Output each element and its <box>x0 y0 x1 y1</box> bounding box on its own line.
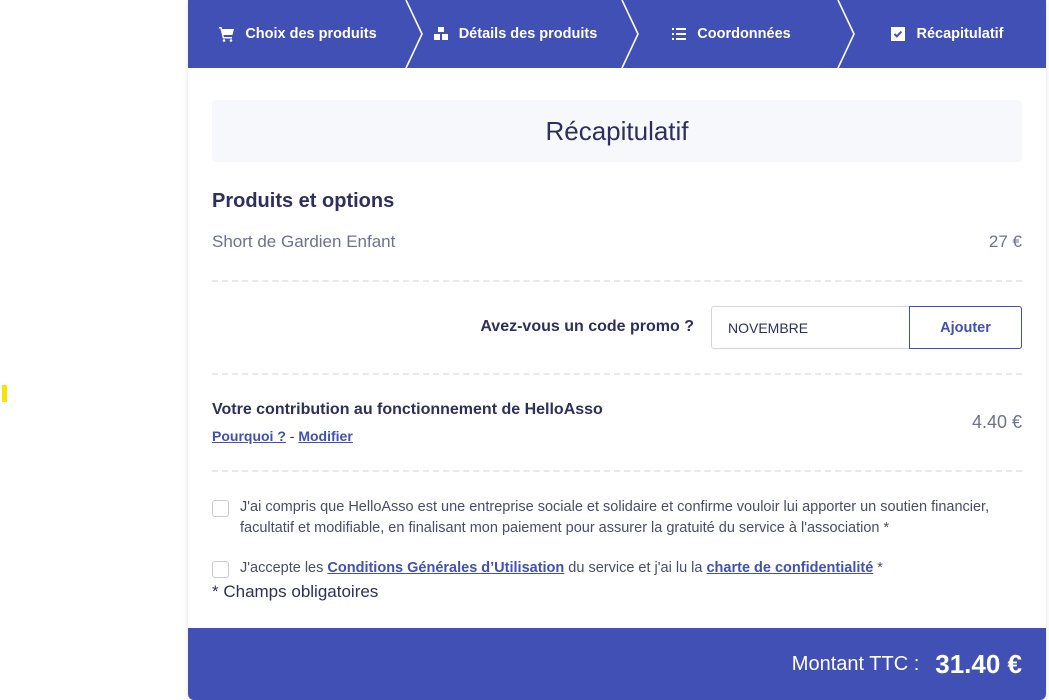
step-label: Récapitulatif <box>916 26 1004 42</box>
consent-line: J'ai compris que HelloAsso est une entre… <box>240 499 990 515</box>
contribution-links: Pourquoi ? - Modifier <box>212 428 353 444</box>
step-product-details[interactable]: Détails des produits <box>416 0 614 68</box>
consent-prefix: J'accepte les <box>240 560 328 576</box>
add-promo-button[interactable]: Ajouter <box>909 306 1022 349</box>
dashed-divider <box>212 470 1022 472</box>
privacy-charter-link[interactable]: charte de confidentialité <box>706 560 873 576</box>
step-label: Détails des produits <box>458 26 598 42</box>
required-fields-note: * Champs obligatoires <box>212 582 379 601</box>
step-label: Choix des produits <box>245 26 377 42</box>
total-amount: 31.40 € <box>935 648 1022 679</box>
step-summary[interactable]: Récapitulatif <box>848 0 1046 68</box>
dashed-divider <box>212 373 1022 375</box>
yellow-marker <box>2 385 7 402</box>
cart-icon <box>219 27 235 42</box>
consent-suffix: * <box>873 560 883 576</box>
checkout-stepper: Choix des produits Détails des produits … <box>188 0 1046 69</box>
page-title: Récapitulatif <box>545 115 689 146</box>
consent-middle: du service et j'ai lu la <box>564 560 707 576</box>
link-separator: - <box>289 428 295 444</box>
consent-line: facultatif et modifiable, en finalisant … <box>240 520 890 536</box>
total-label: Montant TTC : <box>791 652 920 675</box>
products-section-title: Produits et options <box>212 190 395 212</box>
terms-consent-checkbox[interactable] <box>212 561 229 578</box>
modify-contribution-link[interactable]: Modifier <box>298 428 352 444</box>
check-square-icon <box>891 27 906 41</box>
helloasso-consent-text: J'ai compris que HelloAsso est une entre… <box>240 497 989 539</box>
step-product-choice[interactable]: Choix des produits <box>188 0 408 68</box>
total-footer: Montant TTC : 31.40 € <box>188 628 1046 700</box>
summary-title-box: Récapitulatif <box>212 100 1022 162</box>
boxes-icon <box>433 27 448 40</box>
contribution-title: Votre contribution au fonctionnement de … <box>212 401 603 418</box>
step-label: Coordonnées <box>697 26 791 42</box>
terms-consent-text: J'accepte les Conditions Générales d’Uti… <box>240 558 883 579</box>
product-price: 27 € <box>988 232 1022 251</box>
promo-label: Avez-vous un code promo ? <box>480 318 694 335</box>
why-link[interactable]: Pourquoi ? <box>212 428 286 444</box>
helloasso-consent-checkbox[interactable] <box>212 500 229 517</box>
step-contact-info[interactable]: Coordonnées <box>632 0 830 68</box>
promo-code-input[interactable] <box>711 306 911 349</box>
contribution-amount: 4.40 € <box>971 412 1022 432</box>
list-icon <box>672 28 687 40</box>
cgu-link[interactable]: Conditions Générales d’Utilisation <box>327 560 564 576</box>
checkout-card: Choix des produits Détails des produits … <box>188 0 1046 700</box>
product-name: Short de Gardien Enfant <box>212 232 396 251</box>
dashed-divider <box>212 280 1022 282</box>
